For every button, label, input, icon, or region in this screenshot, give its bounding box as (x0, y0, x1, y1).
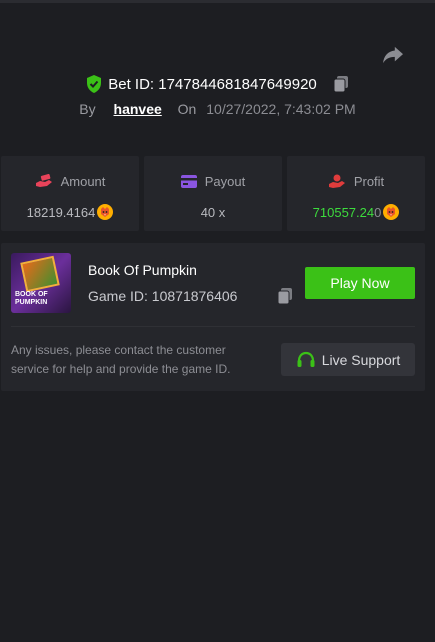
divider (11, 326, 415, 327)
amount-label: Amount (60, 173, 106, 189)
bet-date: 10/27/2022, 7:43:02 PM (206, 101, 356, 117)
stat-amount: Amount 18219.4164 (1, 156, 139, 231)
profit-hand-icon (328, 174, 345, 188)
credit-card-icon (180, 174, 197, 188)
coin-icon (97, 204, 114, 220)
payout-label: Payout (204, 173, 246, 189)
coin-icon (383, 204, 400, 220)
by-label: By (79, 101, 96, 117)
live-support-label: Live Support (321, 351, 401, 368)
stat-profit: Profit 710557.24 0 (287, 156, 425, 231)
bet-meta-row: By hanvee On 10/27/2022, 7:43:02 PM (0, 101, 435, 121)
share-icon[interactable] (382, 45, 404, 65)
bet-id: Bet ID: 1747844681847649920 (108, 75, 317, 93)
game-thumbnail-text: BOOK OF PUMPKIN (15, 291, 48, 306)
copy-game-id-icon[interactable] (277, 288, 293, 304)
payout-value: 40 x (200, 204, 226, 220)
amount-value: 18219.4164 (26, 204, 96, 220)
profit-label: Profit (353, 173, 385, 189)
support-notice: Any issues, please contact the customer … (11, 343, 231, 376)
stats-row: Amount 18219.4164 Payout 40 x Profit 710… (1, 156, 425, 231)
game-thumbnail-art (20, 255, 60, 293)
username-link[interactable]: hanvee (114, 101, 162, 117)
bet-id-row: Bet ID: 1747844681847649920 (0, 75, 435, 97)
play-now-button[interactable]: Play Now (305, 267, 415, 299)
copy-icon[interactable] (333, 76, 349, 92)
game-card: BOOK OF PUMPKIN Book Of Pumpkin Game ID:… (1, 243, 425, 391)
shield-check-icon (87, 75, 102, 93)
on-label: On (177, 101, 197, 117)
money-hand-icon (35, 174, 52, 187)
game-thumbnail[interactable]: BOOK OF PUMPKIN (11, 253, 71, 313)
headset-icon (297, 351, 315, 367)
live-support-button[interactable]: Live Support (281, 343, 415, 376)
profit-value: 710557.24 (312, 204, 375, 220)
game-title: Book Of Pumpkin (88, 262, 197, 278)
profit-value-trailing: 0 (374, 204, 382, 220)
top-border (0, 0, 435, 3)
game-id: Game ID: 10871876406 (88, 288, 238, 304)
stat-payout: Payout 40 x (144, 156, 282, 231)
